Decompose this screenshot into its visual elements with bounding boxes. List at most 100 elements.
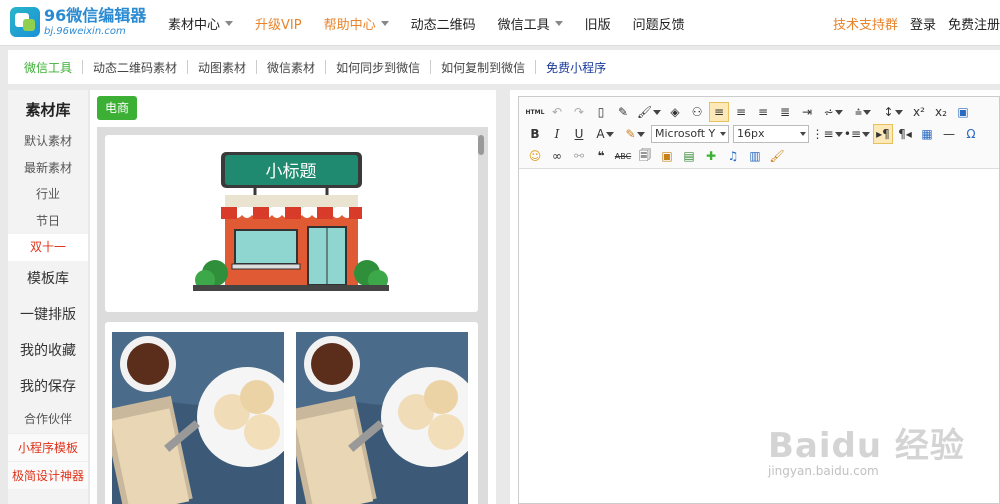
template-icon[interactable]: 🗐	[635, 146, 655, 166]
sidebar-subitem[interactable]: 行业	[8, 181, 88, 208]
top-nav-item-label: 升级VIP	[255, 17, 302, 33]
top-nav-item[interactable]: 问题反馈	[633, 14, 685, 33]
clear-format-icon[interactable]: ◈	[665, 102, 685, 122]
special-char-icon[interactable]: Ω	[961, 124, 981, 144]
top-nav-item-label: 素材中心	[168, 17, 221, 33]
search-replace-icon[interactable]: ⚇	[687, 102, 707, 122]
align-left-icon[interactable]: ≡	[709, 102, 729, 122]
new-document-icon[interactable]: ▯	[591, 102, 611, 122]
align-center-icon[interactable]: ≡	[731, 102, 751, 122]
sidebar-header-material-library[interactable]: 素材库	[8, 90, 88, 128]
sidebar-subitem[interactable]: 双十一	[8, 234, 88, 261]
unordered-list-icon[interactable]: •≡	[843, 124, 871, 144]
top-nav-item[interactable]: 旧版	[585, 14, 611, 33]
logo-title: 96微信编辑器	[44, 5, 147, 25]
subnav-item[interactable]: 如何复制到微信	[435, 59, 531, 76]
sidebar-item-partners[interactable]: 合作伙伴	[8, 405, 88, 433]
unlink-icon[interactable]: ⚯	[569, 146, 589, 166]
top-nav-item[interactable]: 升级VIP	[255, 14, 302, 33]
baidu-watermark: Baidu 经验 jingyan.baidu.com	[758, 398, 964, 504]
align-justify-icon[interactable]: ≣	[775, 102, 795, 122]
italic-icon[interactable]: I	[547, 124, 567, 144]
top-nav-item[interactable]: 动态二维码	[411, 14, 476, 33]
subnav-item[interactable]: 动图素材	[192, 59, 252, 76]
sidebar-item[interactable]: 一键排版	[8, 297, 88, 333]
horizontal-rule-icon[interactable]: —	[939, 124, 959, 144]
logo[interactable]: 96微信编辑器 bj.96weixin.com	[10, 7, 146, 37]
top-nav-item-label: 动态二维码	[410, 17, 476, 33]
top-nav-item-label: 帮助中心	[323, 17, 376, 33]
sidebar-item[interactable]: 我的收藏	[8, 333, 88, 369]
ordered-list-icon[interactable]: ⋮≡	[811, 124, 843, 144]
multi-image-icon[interactable]: ▤	[679, 146, 699, 166]
top-nav-item[interactable]: 微信工具	[498, 14, 563, 33]
html-source-button[interactable]: HTML	[525, 102, 545, 122]
chevron-down-icon	[225, 20, 234, 26]
strikethrough-icon[interactable]: ABC	[613, 146, 633, 166]
align-right-icon[interactable]: ≡	[753, 102, 773, 122]
paragraph-spacing-icon[interactable]: ⩫	[819, 102, 847, 122]
subscript-icon[interactable]: x₂	[931, 102, 951, 122]
superscript-icon[interactable]: x²	[909, 102, 929, 122]
subnav-divider	[325, 60, 327, 74]
font-family-select[interactable]: Microsoft Y	[651, 125, 729, 143]
sidebar-subitem[interactable]: 最新素材	[8, 155, 88, 182]
image-icon[interactable]: ▣	[657, 146, 677, 166]
top-nav-item[interactable]: 素材中心	[168, 14, 234, 33]
undo-icon[interactable]: ↶	[547, 102, 567, 122]
preview-icon[interactable]: ▣	[953, 102, 973, 122]
sidebar-item[interactable]: 我的保存	[8, 369, 88, 405]
sidebar-promo-item[interactable]: 小程序模板	[8, 432, 88, 461]
font-color-icon[interactable]: A	[591, 124, 619, 144]
logo-icon	[10, 7, 40, 37]
top-nav-item[interactable]: 帮助中心	[324, 14, 389, 33]
format-painter-icon[interactable]: 🖌	[767, 146, 787, 166]
underline-icon[interactable]: U	[569, 124, 589, 144]
sidebar-promo-item[interactable]: 极简设计神器	[8, 460, 88, 489]
plugin-icon[interactable]: ✚	[701, 146, 721, 166]
subnav-divider	[256, 60, 258, 74]
top-nav-item-label: 微信工具	[497, 17, 550, 33]
subnav-item[interactable]: 微信工具	[18, 59, 78, 76]
subnav-divider	[82, 60, 84, 74]
link-icon[interactable]: ∞	[547, 146, 567, 166]
material-card-icecream[interactable]	[105, 322, 478, 504]
video-icon[interactable]: ▥	[745, 146, 765, 166]
card-title-text: 小标题	[266, 162, 317, 182]
material-scrollbar[interactable]	[478, 135, 484, 155]
sidebar-item[interactable]: 模板库	[8, 261, 88, 297]
support-group-link[interactable]: 技术支持群	[833, 14, 898, 33]
material-list: 小标题	[97, 127, 488, 504]
subnav-item[interactable]: 如何同步到微信	[330, 59, 426, 76]
subnav-divider	[430, 60, 432, 74]
sidebar-subitem[interactable]: 节日	[8, 208, 88, 235]
bold-icon[interactable]: B	[525, 124, 545, 144]
font-size-select[interactable]: 16px	[733, 125, 809, 143]
background-color-icon[interactable]: ✎	[621, 124, 649, 144]
indent-icon[interactable]: ⇥	[797, 102, 817, 122]
line-height-icon[interactable]: ↕	[879, 102, 907, 122]
subnav-item[interactable]: 微信素材	[261, 59, 321, 76]
category-tag-ecommerce[interactable]: 电商	[97, 96, 138, 120]
chevron-down-icon	[380, 20, 389, 26]
icecream-photo-left	[112, 332, 284, 504]
login-link[interactable]: 登录	[910, 14, 936, 33]
subnav-divider	[535, 60, 537, 74]
rtl-direction-icon[interactable]: ¶◂	[895, 124, 915, 144]
table-icon[interactable]: ▦	[917, 124, 937, 144]
watermark-url: jingyan.baidu.com	[768, 464, 879, 478]
redo-icon[interactable]: ↷	[569, 102, 589, 122]
subnav-item[interactable]: 动态二维码素材	[87, 59, 183, 76]
ltr-direction-icon[interactable]: ▸¶	[873, 124, 893, 144]
emoji-icon[interactable]: ☺	[525, 146, 545, 166]
blockquote-icon[interactable]: ❝	[591, 146, 611, 166]
sidebar-subitem[interactable]: 默认素材	[8, 128, 88, 155]
format-brush-icon[interactable]: 🖌	[635, 102, 663, 122]
row-spacing-icon[interactable]: ⩮	[849, 102, 877, 122]
register-link[interactable]: 免费注册	[948, 14, 1000, 33]
subnav-item[interactable]: 免费小程序	[540, 59, 612, 76]
material-card-shop-title[interactable]: 小标题	[105, 135, 478, 312]
eraser-icon[interactable]: ✎	[613, 102, 633, 122]
music-icon[interactable]: ♫	[723, 146, 743, 166]
sub-navbar: 微信工具 动态二维码素材 动图素材 微信素材 如何同步到微信 如何复制到微信 免费小程序	[8, 50, 1000, 84]
